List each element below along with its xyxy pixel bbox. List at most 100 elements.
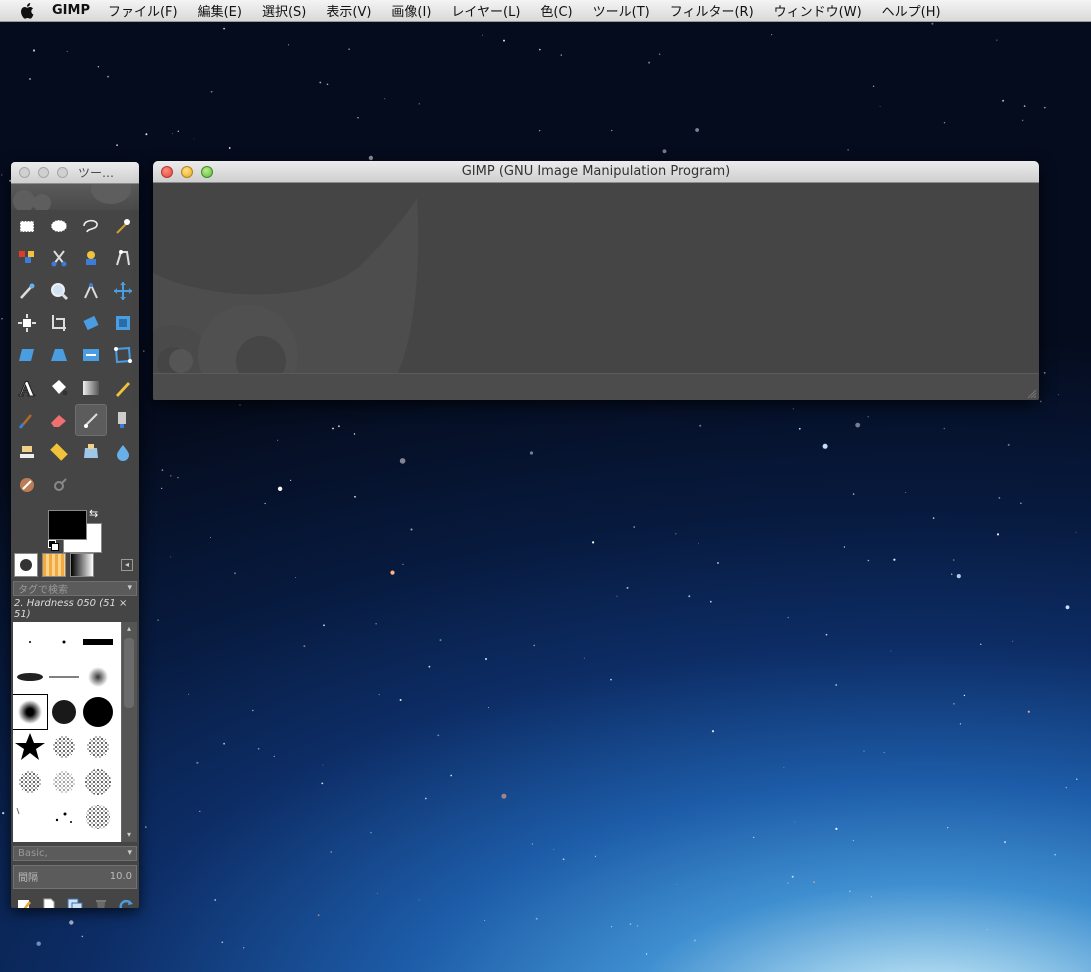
fuzzy-select-icon[interactable] bbox=[107, 210, 139, 242]
toolbox-zoom-button[interactable] bbox=[57, 167, 68, 178]
perspective-clone-icon[interactable] bbox=[75, 436, 107, 468]
flip-icon[interactable] bbox=[75, 339, 107, 371]
brush-item[interactable] bbox=[47, 765, 81, 799]
tab-menu-icon[interactable]: ◂ bbox=[121, 558, 133, 571]
spacing-label: 間隔 bbox=[18, 873, 38, 885]
brush-item[interactable] bbox=[13, 625, 47, 659]
brush-grid[interactable] bbox=[13, 621, 121, 842]
brush-item[interactable] bbox=[81, 695, 115, 729]
toolbox-minimize-button[interactable] bbox=[38, 167, 49, 178]
airbrush-icon[interactable] bbox=[75, 403, 107, 437]
menu-filters[interactable]: フィルター(R) bbox=[670, 1, 754, 20]
brush-item[interactable] bbox=[81, 765, 115, 799]
resize-grip-icon[interactable] bbox=[1027, 389, 1037, 399]
align-icon[interactable] bbox=[11, 307, 43, 339]
delete-brush-icon[interactable] bbox=[93, 898, 109, 908]
menu-tools[interactable]: ツール(T) bbox=[593, 1, 650, 20]
text-icon[interactable]: A bbox=[11, 371, 43, 403]
scrollbar-thumb[interactable] bbox=[124, 637, 134, 708]
menu-file[interactable]: ファイル(F) bbox=[108, 1, 178, 20]
main-window-titlebar[interactable]: GIMP (GNU Image Manipulation Program) bbox=[153, 161, 1039, 183]
color-picker-icon[interactable] bbox=[11, 275, 43, 307]
pencil-icon[interactable] bbox=[107, 371, 139, 403]
eraser-icon[interactable] bbox=[43, 404, 75, 436]
zoom-icon[interactable] bbox=[43, 275, 75, 307]
brush-scrollbar[interactable]: ▴ ▾ bbox=[121, 621, 137, 842]
perspective-icon[interactable] bbox=[43, 339, 75, 371]
chevron-down-icon[interactable]: ▾ bbox=[127, 583, 132, 593]
brush-name-label: 2. Hardness 050 (51 × 51) bbox=[14, 597, 128, 620]
brush-item[interactable] bbox=[13, 693, 48, 730]
refresh-brushes-icon[interactable] bbox=[118, 898, 134, 908]
tag-search-input[interactable]: タグで検索 ▾ bbox=[13, 580, 137, 596]
shear-icon[interactable] bbox=[11, 339, 43, 371]
default-colors-icon[interactable] bbox=[48, 539, 59, 551]
empty-canvas-area[interactable] bbox=[153, 183, 1039, 373]
patterns-tab[interactable] bbox=[42, 552, 66, 577]
brush-item[interactable] bbox=[81, 730, 115, 764]
ink-icon[interactable] bbox=[107, 404, 139, 436]
brush-item[interactable] bbox=[81, 625, 115, 659]
clone-icon[interactable] bbox=[11, 436, 43, 468]
brush-item[interactable] bbox=[47, 625, 81, 659]
blend-icon[interactable] bbox=[75, 371, 107, 403]
select-by-color-icon[interactable] bbox=[11, 242, 43, 274]
menu-colors[interactable]: 色(C) bbox=[540, 1, 572, 20]
brush-item[interactable] bbox=[81, 660, 115, 694]
scroll-up-icon[interactable]: ▴ bbox=[124, 624, 134, 634]
brush-item[interactable] bbox=[13, 730, 47, 764]
measure-icon[interactable] bbox=[75, 275, 107, 307]
toolbox-close-button[interactable] bbox=[19, 167, 30, 178]
color-area: ⇆ bbox=[11, 501, 139, 553]
dodge-burn-icon[interactable] bbox=[43, 468, 75, 500]
crop-icon[interactable] bbox=[43, 307, 75, 339]
brush-preset-select[interactable]: Basic, ▾ bbox=[13, 845, 137, 861]
menu-windows[interactable]: ウィンドウ(W) bbox=[774, 1, 862, 20]
free-select-icon[interactable] bbox=[75, 210, 107, 242]
apple-menu-icon[interactable] bbox=[16, 2, 38, 19]
scale-icon[interactable] bbox=[107, 307, 139, 339]
new-brush-icon[interactable] bbox=[41, 898, 57, 908]
foreground-color-swatch[interactable] bbox=[48, 509, 87, 540]
scroll-down-icon[interactable]: ▾ bbox=[124, 830, 134, 840]
smudge-icon[interactable] bbox=[11, 468, 43, 500]
brush-item[interactable] bbox=[13, 765, 47, 799]
paintbrush-icon[interactable] bbox=[11, 404, 43, 436]
gradients-tab[interactable] bbox=[70, 552, 94, 577]
blur-icon[interactable] bbox=[107, 436, 139, 468]
paths-icon[interactable] bbox=[107, 242, 139, 274]
foreground-select-icon[interactable] bbox=[75, 242, 107, 274]
bucket-fill-icon[interactable] bbox=[43, 371, 75, 403]
brush-item[interactable] bbox=[13, 660, 47, 694]
wilber-drop-area[interactable] bbox=[11, 184, 139, 210]
app-name-menu[interactable]: GIMP bbox=[52, 3, 90, 18]
rect-select-icon[interactable] bbox=[11, 210, 43, 242]
cage-transform-icon[interactable] bbox=[107, 339, 139, 371]
ellipse-select-icon[interactable] bbox=[43, 210, 75, 242]
edit-brush-icon[interactable] bbox=[16, 898, 32, 908]
spacing-slider[interactable]: 間隔 10.0 bbox=[13, 864, 137, 889]
duplicate-brush-icon[interactable] bbox=[67, 898, 83, 908]
menu-view[interactable]: 表示(V) bbox=[326, 1, 371, 20]
swap-colors-icon[interactable]: ⇆ bbox=[89, 507, 98, 520]
menu-layer[interactable]: レイヤー(L) bbox=[451, 1, 520, 20]
toolbox-titlebar[interactable]: ツー… bbox=[11, 162, 139, 184]
brush-item[interactable] bbox=[13, 800, 47, 834]
heal-icon[interactable] bbox=[43, 436, 75, 468]
menu-help[interactable]: ヘルプ(H) bbox=[882, 1, 941, 20]
brush-item[interactable] bbox=[47, 730, 81, 764]
move-icon[interactable] bbox=[107, 275, 139, 307]
scissors-select-icon[interactable] bbox=[43, 242, 75, 274]
menu-edit[interactable]: 編集(E) bbox=[198, 1, 242, 20]
tool-grid: A bbox=[11, 210, 139, 501]
spacing-value: 10.0 bbox=[109, 871, 132, 883]
menu-select[interactable]: 選択(S) bbox=[262, 1, 306, 20]
rotate-icon[interactable] bbox=[75, 307, 107, 339]
brush-item[interactable] bbox=[81, 800, 115, 834]
chevron-down-icon[interactable]: ▾ bbox=[127, 848, 132, 858]
brush-item[interactable] bbox=[47, 695, 81, 729]
menu-image[interactable]: 画像(I) bbox=[391, 1, 431, 20]
brushes-tab[interactable] bbox=[14, 552, 38, 577]
brush-item[interactable] bbox=[47, 660, 81, 694]
brush-item[interactable] bbox=[47, 800, 81, 834]
